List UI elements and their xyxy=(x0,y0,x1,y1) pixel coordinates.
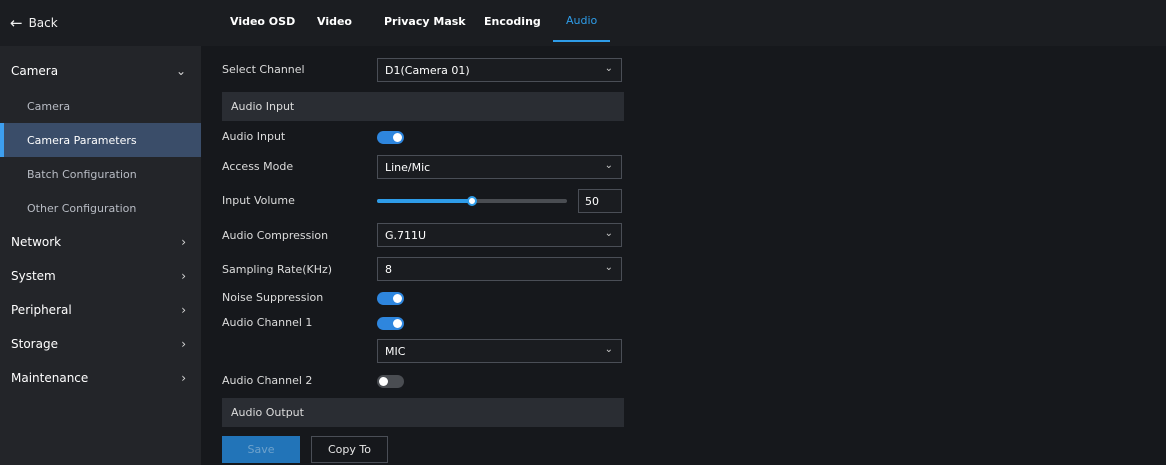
select-channel-label: Select Channel xyxy=(222,63,305,76)
chevron-right-icon: › xyxy=(181,234,186,249)
sidebar-item-label: Peripheral xyxy=(11,302,72,317)
sidebar-item-label: System xyxy=(11,268,56,283)
slider-fill xyxy=(377,199,472,203)
audio-channel-2-toggle[interactable] xyxy=(377,375,404,388)
tab-privacy-mask[interactable]: Privacy Mask xyxy=(384,0,466,42)
sidebar-item-label: Camera xyxy=(11,63,59,78)
chevron-down-icon: ⌄ xyxy=(604,262,613,273)
audio-input-section-header: Audio Input xyxy=(222,92,624,121)
sidebar-item-peripheral[interactable]: Peripheral › xyxy=(0,296,201,323)
chevron-right-icon: › xyxy=(181,302,186,317)
select-channel-value: D1(Camera 01) xyxy=(385,63,470,77)
copy-to-button[interactable]: Copy To xyxy=(311,436,388,463)
input-volume-value: 50 xyxy=(585,194,599,208)
chevron-down-icon: ⌄ xyxy=(175,63,186,78)
chevron-down-icon: ⌄ xyxy=(604,228,613,239)
chevron-right-icon: › xyxy=(181,370,186,385)
chevron-right-icon: › xyxy=(181,336,186,351)
sidebar-item-maintenance[interactable]: Maintenance › xyxy=(0,364,201,391)
sidebar: ← Back Camera ⌄ Camera Camera Parameters… xyxy=(0,0,201,465)
sidebar-subitem-batch-configuration[interactable]: Batch Configuration xyxy=(0,157,201,191)
tab-video-osd[interactable]: Video OSD xyxy=(230,0,295,42)
noise-suppression-toggle[interactable] xyxy=(377,292,404,305)
access-mode-value: Line/Mic xyxy=(385,160,431,174)
sidebar-subitem-camera-parameters[interactable]: Camera Parameters xyxy=(0,123,201,157)
noise-suppression-label: Noise Suppression xyxy=(222,291,324,304)
sidebar-subitem-label: Camera Parameters xyxy=(27,133,137,147)
select-channel-dropdown[interactable]: D1(Camera 01) ⌄ xyxy=(377,58,622,82)
sampling-rate-dropdown[interactable]: 8 ⌄ xyxy=(377,257,622,281)
tab-encoding[interactable]: Encoding xyxy=(484,0,541,42)
save-button[interactable]: Save xyxy=(222,436,300,463)
tab-audio[interactable]: Audio xyxy=(553,0,611,42)
audio-channel-1-label: Audio Channel 1 xyxy=(222,316,313,329)
toggle-knob xyxy=(393,294,402,303)
sidebar-subitem-other-configuration[interactable]: Other Configuration xyxy=(0,191,201,225)
tab-bar: Video OSD Video Privacy Mask Encoding Au… xyxy=(201,0,1166,46)
sidebar-item-label: Maintenance xyxy=(11,370,89,385)
sidebar-subitem-camera[interactable]: Camera xyxy=(0,89,201,123)
sidebar-item-camera[interactable]: Camera ⌄ xyxy=(0,57,201,84)
audio-compression-dropdown[interactable]: G.711U ⌄ xyxy=(377,223,622,247)
audio-output-section-header: Audio Output xyxy=(222,398,624,427)
input-volume-label: Input Volume xyxy=(222,194,295,207)
input-volume-slider[interactable] xyxy=(377,196,567,206)
input-volume-field[interactable]: 50 xyxy=(578,189,622,213)
back-arrow-icon: ← xyxy=(10,14,23,32)
slider-handle[interactable] xyxy=(467,196,477,206)
sampling-rate-label: Sampling Rate(KHz) xyxy=(222,263,333,276)
audio-input-label: Audio Input xyxy=(222,130,286,143)
tab-video[interactable]: Video xyxy=(317,0,352,42)
chevron-down-icon: ⌄ xyxy=(604,160,613,171)
back-label: Back xyxy=(28,16,58,30)
chevron-down-icon: ⌄ xyxy=(604,63,613,74)
toggle-knob xyxy=(379,377,388,386)
chevron-down-icon: ⌄ xyxy=(604,344,613,355)
sidebar-item-network[interactable]: Network › xyxy=(0,228,201,255)
sidebar-item-storage[interactable]: Storage › xyxy=(0,330,201,357)
access-mode-dropdown[interactable]: Line/Mic ⌄ xyxy=(377,155,622,179)
access-mode-label: Access Mode xyxy=(222,160,294,173)
back-button[interactable]: ← Back xyxy=(0,0,201,46)
audio-compression-label: Audio Compression xyxy=(222,229,329,242)
audio-channel-2-label: Audio Channel 2 xyxy=(222,374,313,387)
sidebar-item-label: Storage xyxy=(11,336,58,351)
audio-input-toggle[interactable] xyxy=(377,131,404,144)
sampling-rate-value: 8 xyxy=(385,262,392,276)
chevron-right-icon: › xyxy=(181,268,186,283)
audio-channel-1-source-dropdown[interactable]: MIC ⌄ xyxy=(377,339,622,363)
toggle-knob xyxy=(393,133,402,142)
audio-settings-panel: Select Channel D1(Camera 01) ⌄ Audio Inp… xyxy=(201,46,1166,465)
audio-channel-1-toggle[interactable] xyxy=(377,317,404,330)
sidebar-subitem-label: Other Configuration xyxy=(27,201,137,215)
sidebar-subitem-label: Camera xyxy=(27,99,71,113)
sidebar-subitem-label: Batch Configuration xyxy=(27,167,137,181)
audio-compression-value: G.711U xyxy=(385,228,427,242)
sidebar-item-system[interactable]: System › xyxy=(0,262,201,289)
sidebar-item-label: Network xyxy=(11,234,62,249)
toggle-knob xyxy=(393,319,402,328)
audio-channel-1-source-value: MIC xyxy=(385,344,406,358)
